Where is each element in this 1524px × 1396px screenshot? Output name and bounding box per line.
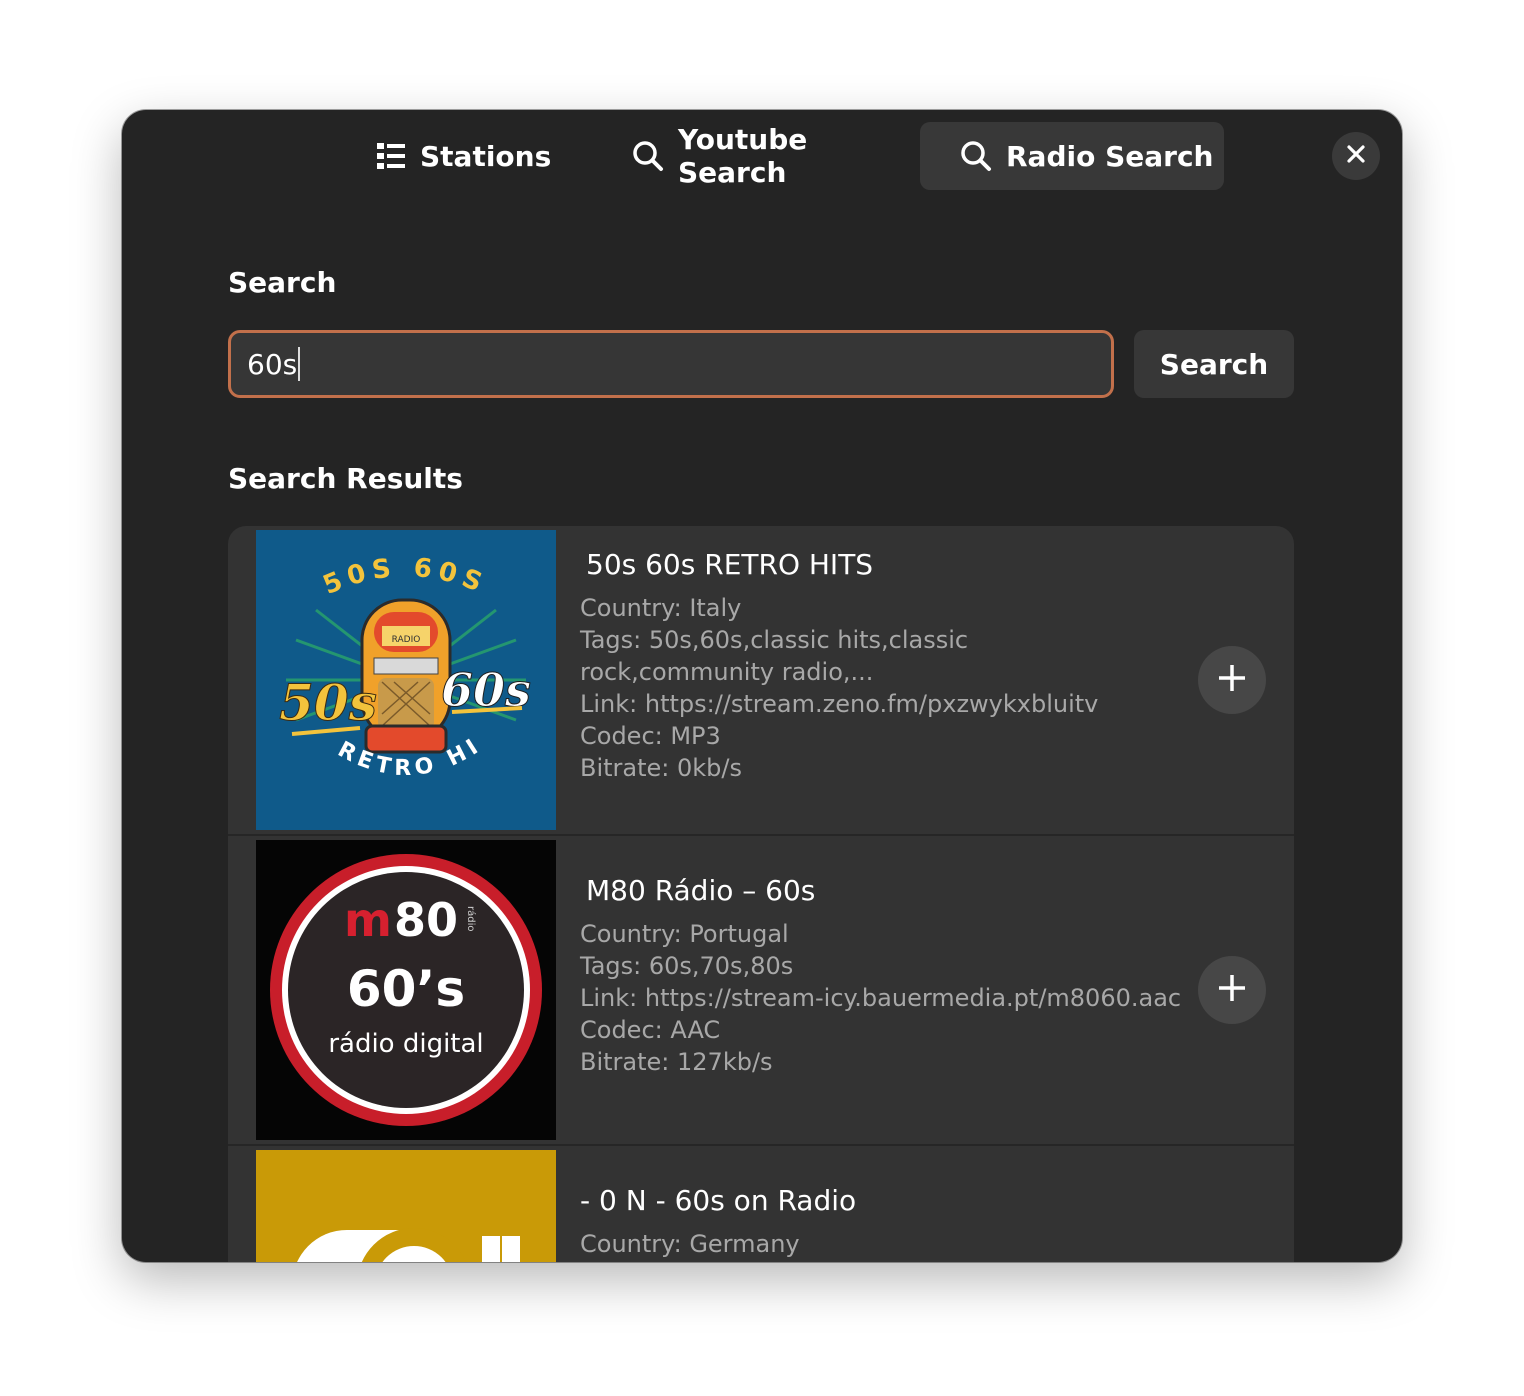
logo-left-text: 50s — [279, 673, 377, 732]
add-station-button[interactable] — [1198, 646, 1266, 714]
station-name: - 0 N - 60s on Radio — [580, 1184, 857, 1217]
add-station-button[interactable] — [1198, 956, 1266, 1024]
search-heading: Search — [228, 266, 337, 299]
search-icon — [960, 140, 992, 172]
station-codec: Codec: MP3 — [580, 722, 721, 750]
station-country: Country: Germany — [580, 1230, 800, 1258]
station-link: Link: https://stream-icy.bauermedia.pt/m… — [580, 984, 1182, 1012]
logo-brand-side: rádio — [465, 906, 477, 931]
station-name: M80 Rádio – 60s — [586, 874, 816, 907]
close-button[interactable] — [1332, 132, 1380, 180]
tab-stations-label: Stations — [420, 139, 552, 173]
logo-badge-text: RADIO — [392, 635, 421, 645]
search-results-list[interactable]: 50S 60S RADIO 50s 60s RETRO HI 50s 60s R… — [228, 526, 1294, 1262]
logo-brand-m: m — [344, 893, 392, 947]
close-icon — [1346, 144, 1366, 168]
list-item: m 80 rádio 60’s rádio digital M80 Rádio … — [228, 836, 1294, 1146]
station-logo-retro-hits: 50S 60S RADIO 50s 60s RETRO HI — [256, 530, 556, 830]
search-button[interactable]: Search — [1134, 330, 1294, 398]
list-item: - 0 N - 60s on Radio Country: Germany — [228, 1146, 1294, 1262]
station-country: Country: Italy — [580, 594, 742, 622]
list-icon — [376, 141, 406, 171]
search-icon — [632, 140, 664, 172]
station-logo-on-radio — [256, 1150, 556, 1262]
search-input[interactable]: 60s — [228, 330, 1114, 398]
station-details: Country: Portugal Tags: 60s,70s,80s Link… — [580, 918, 1182, 1078]
logo-big-text: 60’s — [347, 960, 465, 1018]
search-results-heading: Search Results — [228, 462, 463, 495]
tab-radio-search[interactable]: Radio Search — [920, 122, 1224, 190]
station-codec: Codec: AAC — [580, 1016, 721, 1044]
station-details: Country: Italy Tags: 50s,60s,classic hit… — [580, 592, 1140, 784]
radio-search-window: Stations Youtube Search Radio Search Sea… — [122, 110, 1402, 1262]
station-details: Country: Germany — [580, 1228, 1140, 1260]
tab-radio-search-label: Radio Search — [1006, 139, 1214, 173]
station-logo-m80: m 80 rádio 60’s rádio digital — [256, 840, 556, 1140]
station-tags: Tags: 50s,60s,classic hits,classic rock,… — [580, 626, 969, 686]
tab-youtube-search-label: Youtube Search — [678, 123, 808, 189]
station-country: Country: Portugal — [580, 920, 789, 948]
list-item: 50S 60S RADIO 50s 60s RETRO HI 50s 60s R… — [228, 526, 1294, 836]
plus-icon — [1217, 663, 1247, 697]
tab-youtube-search[interactable]: Youtube Search — [632, 122, 902, 190]
station-name: 50s 60s RETRO HITS — [586, 548, 874, 581]
text-caret — [298, 347, 301, 381]
station-tags: Tags: 60s,70s,80s — [580, 952, 794, 980]
station-link: Link: https://stream.zeno.fm/pxzwykxblui… — [580, 690, 1099, 718]
logo-bottom-text: rádio digital — [328, 1029, 483, 1059]
search-input-value: 60s — [247, 347, 298, 381]
station-bitrate: Bitrate: 0kb/s — [580, 754, 742, 782]
logo-brand-num: 80 — [394, 893, 458, 947]
station-bitrate: Bitrate: 127kb/s — [580, 1048, 773, 1076]
tab-stations[interactable]: Stations — [376, 122, 551, 190]
plus-icon — [1217, 973, 1247, 1007]
